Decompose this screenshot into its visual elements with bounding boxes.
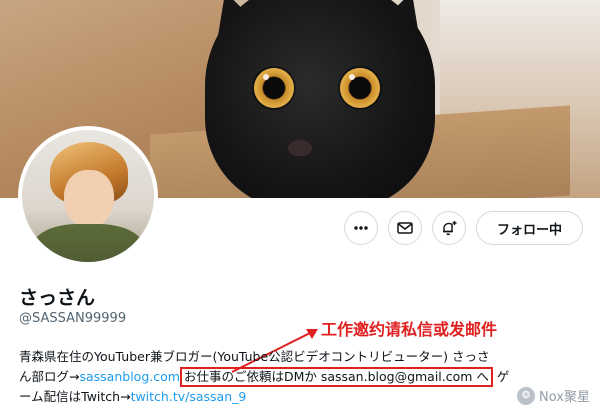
watermark-text: Nox聚星 xyxy=(539,390,590,405)
bio-text-1: 青森県在住のYouTuber兼ブロガー(YouTube公認ビデオコントリビュータ… xyxy=(19,349,490,364)
bio-text-2: ん部ログ→ xyxy=(19,369,80,384)
display-name: さっさん xyxy=(19,287,96,309)
watermark: ❂ Nox聚星 xyxy=(517,386,590,405)
avatar-image xyxy=(22,130,154,262)
contact-highlight: お仕事のご依頼はDMか sassan.blog@gmail.com へ xyxy=(179,367,493,387)
following-button[interactable]: フォロー中 xyxy=(476,211,583,245)
message-button[interactable] xyxy=(388,211,422,245)
bio-text-3: ーム配信はTwitch→ xyxy=(19,389,131,404)
annotation-text: 工作邀约请私信或发邮件 xyxy=(321,320,498,339)
more-button[interactable] xyxy=(344,211,378,245)
cat-eye-left xyxy=(254,68,294,108)
avatar-face xyxy=(64,170,114,228)
profile-bio: 青森県在住のYouTuber兼ブロガー(YouTube公認ビデオコントリビュータ… xyxy=(19,347,589,407)
user-handle: @SASSAN99999 xyxy=(19,311,127,326)
envelope-icon xyxy=(397,222,413,234)
notify-button[interactable] xyxy=(432,211,466,245)
bio-line-2: ん部ログ→sassanblog.com お仕事のご依頼はDMか sassan.bl… xyxy=(19,367,589,387)
bell-plus-icon xyxy=(443,221,457,236)
bio-text-2-suffix: ゲ xyxy=(496,369,510,384)
blog-link[interactable]: sassanblog.com xyxy=(79,369,179,384)
avatar-jacket xyxy=(32,224,144,262)
twitch-link[interactable]: twitch.tv/sassan_9 xyxy=(131,389,247,404)
cat-head xyxy=(205,0,435,198)
bio-line-1: 青森県在住のYouTuber兼ブロガー(YouTube公認ビデオコントリビュータ… xyxy=(19,347,589,367)
cat-nose xyxy=(288,140,312,156)
more-icon xyxy=(354,226,368,230)
cat-eye-right xyxy=(340,68,380,108)
watermark-logo-icon: ❂ xyxy=(517,386,536,405)
bio-line-3: ーム配信はTwitch→twitch.tv/sassan_9 xyxy=(19,387,589,407)
profile-avatar[interactable] xyxy=(18,126,158,266)
